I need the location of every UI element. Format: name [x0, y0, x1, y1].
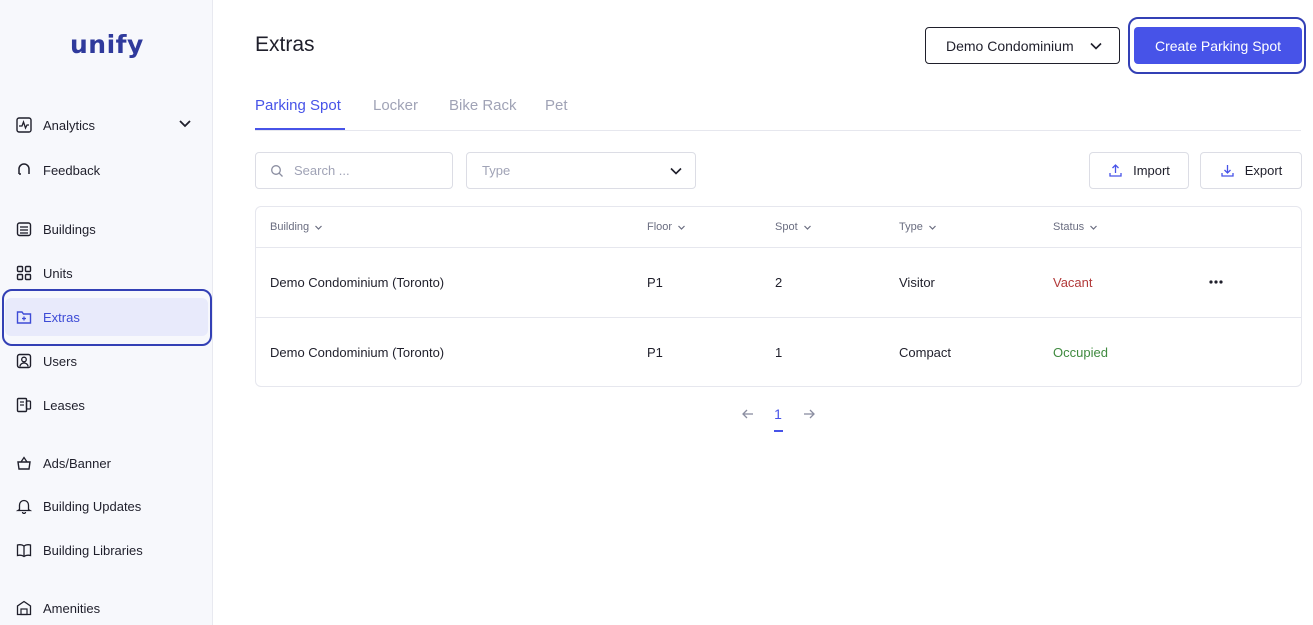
sidebar-item-buildings[interactable]: Buildings — [5, 210, 208, 248]
sidebar-item-feedback[interactable]: Feedback — [5, 151, 208, 189]
sidebar-item-label: Ads/Banner — [43, 455, 111, 471]
import-label: Import — [1133, 163, 1170, 178]
search-box[interactable] — [255, 152, 453, 189]
search-icon — [270, 164, 284, 178]
column-header-label: Type — [899, 221, 923, 233]
book-icon — [15, 541, 33, 559]
sort-chevron-icon — [803, 225, 811, 230]
column-header-label: Building — [270, 221, 310, 233]
sidebar-item-building-updates[interactable]: Building Updates — [5, 487, 208, 525]
sort-chevron-icon — [1090, 225, 1098, 230]
active-tab-indicator — [255, 128, 345, 130]
search-input[interactable] — [294, 163, 434, 178]
analytics-icon — [15, 116, 33, 134]
cell-building: Demo Condominium (Toronto) — [270, 345, 445, 360]
cell-building: Demo Condominium (Toronto) — [270, 275, 445, 290]
tab-locker[interactable]: Locker — [373, 97, 418, 114]
sidebar: unify Analytics Feedback Buildings Units… — [0, 0, 213, 625]
create-parking-spot-button[interactable]: Create Parking Spot — [1134, 27, 1302, 64]
cell-spot: 1 — [775, 345, 783, 360]
sidebar-item-label: Units — [43, 265, 73, 281]
cell-spot: 2 — [775, 275, 783, 290]
page-number[interactable]: 1 — [769, 406, 787, 422]
units-icon — [15, 264, 33, 282]
sidebar-item-label: Leases — [43, 397, 85, 413]
tab-parking-spot[interactable]: Parking Spot — [255, 97, 341, 114]
status-badge: Vacant — [1053, 275, 1093, 290]
column-header-label: Floor — [647, 221, 673, 233]
table-row[interactable]: Demo Condominium (Toronto) P1 2 Visitor … — [256, 247, 1301, 317]
chevron-down-icon[interactable] — [177, 116, 193, 135]
sidebar-item-label: Building Libraries — [43, 542, 143, 558]
sidebar-item-building-libraries[interactable]: Building Libraries — [5, 531, 208, 569]
sidebar-item-analytics[interactable]: Analytics — [5, 106, 208, 144]
sort-chevron-icon — [678, 225, 685, 230]
building-select-value: Demo Condominium — [946, 37, 1074, 54]
column-header-building[interactable]: Building — [270, 221, 323, 233]
sidebar-item-leases[interactable]: Leases — [5, 386, 208, 424]
sidebar-item-units[interactable]: Units — [5, 254, 208, 292]
import-button[interactable]: Import — [1089, 152, 1189, 189]
more-options-icon[interactable] — [1206, 272, 1226, 292]
export-button[interactable]: Export — [1200, 152, 1302, 189]
sort-chevron-icon — [928, 225, 936, 230]
column-header-status[interactable]: Status — [1053, 221, 1098, 233]
table-row[interactable]: Demo Condominium (Toronto) P1 1 Compact … — [256, 317, 1301, 387]
ads-icon — [15, 454, 33, 472]
sidebar-item-label: Feedback — [43, 162, 101, 178]
building-select[interactable]: Demo Condominium — [925, 27, 1120, 64]
unify-logo[interactable]: unify — [70, 30, 144, 59]
users-icon — [15, 352, 33, 370]
bell-icon — [15, 497, 33, 515]
chevron-down-icon — [1089, 39, 1103, 56]
cell-floor: P1 — [647, 275, 663, 290]
upload-icon — [1108, 163, 1123, 178]
sidebar-item-label: Buildings — [43, 221, 96, 237]
current-page-indicator — [774, 430, 783, 432]
page-title: Extras — [255, 33, 315, 56]
column-header-spot[interactable]: Spot — [775, 221, 812, 233]
export-label: Export — [1244, 163, 1283, 178]
next-page-arrow-icon[interactable] — [800, 404, 818, 424]
column-header-floor[interactable]: Floor — [647, 221, 686, 233]
sidebar-item-label: Amenities — [43, 600, 101, 616]
extras-icon — [15, 308, 33, 326]
sidebar-item-label: Extras — [43, 309, 80, 325]
status-badge: Occupied — [1053, 345, 1108, 360]
type-select-placeholder: Type — [482, 163, 511, 178]
leases-icon — [15, 396, 33, 414]
buildings-icon — [15, 220, 33, 238]
cell-floor: P1 — [647, 345, 663, 360]
amenities-icon — [15, 599, 33, 617]
tab-pet[interactable]: Pet — [545, 97, 568, 114]
sort-chevron-icon — [315, 225, 323, 230]
sidebar-item-label: Users — [43, 353, 77, 369]
sidebar-item-amenities[interactable]: Amenities — [5, 589, 208, 625]
type-select[interactable]: Type — [466, 152, 696, 189]
sidebar-item-ads-banner[interactable]: Ads/Banner — [5, 444, 208, 482]
cell-type: Visitor — [899, 275, 935, 290]
previous-page-arrow-icon[interactable] — [739, 404, 757, 424]
column-header-label: Status — [1053, 221, 1085, 233]
sidebar-item-extras[interactable]: Extras — [5, 298, 208, 336]
feedback-icon — [15, 161, 33, 179]
parking-spot-table: Building Floor Spot Type Status Demo Con… — [255, 206, 1302, 387]
sidebar-item-label: Building Updates — [43, 498, 142, 514]
chevron-down-icon — [669, 164, 683, 181]
column-header-label: Spot — [775, 221, 798, 233]
sidebar-item-users[interactable]: Users — [5, 342, 208, 380]
column-header-type[interactable]: Type — [899, 221, 937, 233]
cell-type: Compact — [899, 345, 952, 360]
extras-tabs: Parking Spot Locker Bike Rack Pet — [255, 95, 1301, 131]
tab-bike-rack[interactable]: Bike Rack — [449, 97, 517, 114]
sidebar-item-label: Analytics — [43, 117, 96, 133]
download-icon — [1220, 163, 1235, 178]
